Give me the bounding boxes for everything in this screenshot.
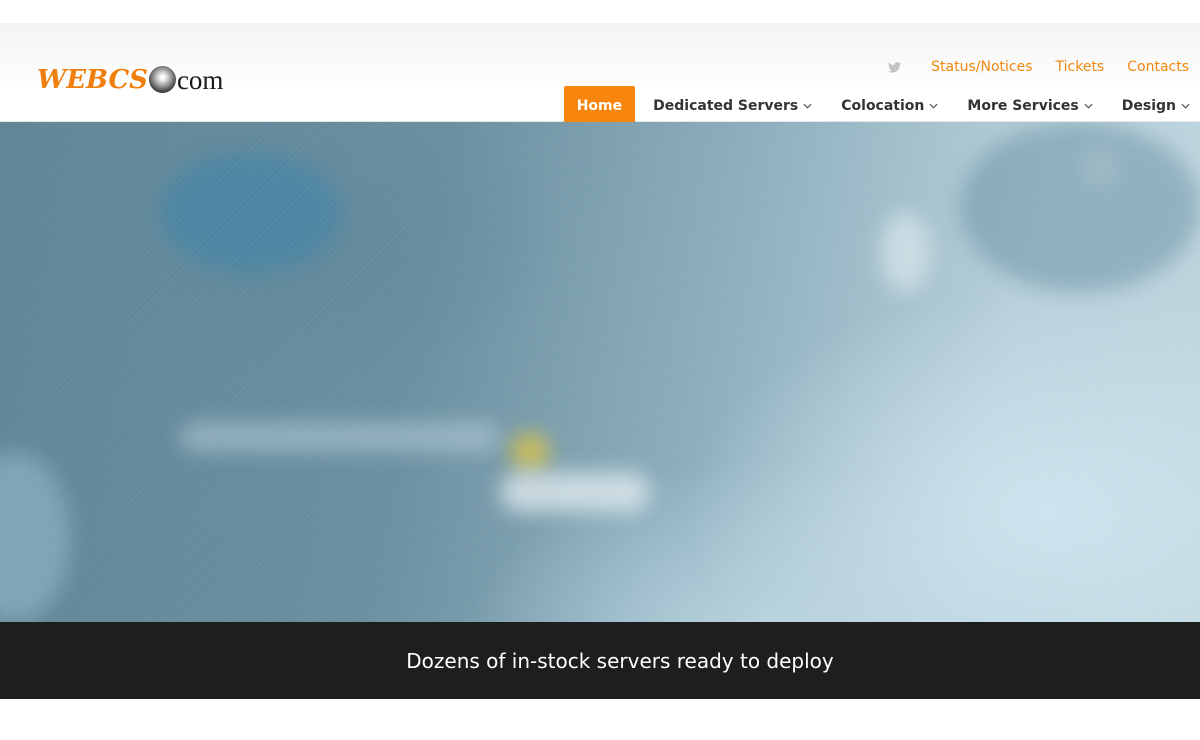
nav-home[interactable]: Home [563,86,636,125]
top-spacer [0,0,1200,23]
hero-caption-bar: Dozens of in-stock servers ready to depl… [0,622,1200,699]
site-logo[interactable]: WEBCS com [37,64,224,96]
twitter-icon-glyph [887,61,901,73]
hero-caption: Dozens of in-stock servers ready to depl… [406,648,834,673]
nav-dedicated-servers-label: Dedicated Servers [653,97,799,114]
nav-more-services[interactable]: More Services [967,97,1093,114]
chevron-down-icon [929,101,938,110]
logo-sphere-icon [148,65,176,93]
nav-colocation[interactable]: Colocation [841,98,938,114]
main-nav: Home Dedicated Servers Colocation More S… [563,86,1190,125]
hero-texture-overlay [0,122,1200,622]
nav-design-label: Design [1121,97,1176,114]
nav-design[interactable]: Design [1122,98,1190,114]
utility-nav: Status/Notices Tickets Contacts [887,58,1189,76]
nav-more-services-label: More Services [967,97,1079,114]
page-below-hero [0,699,1200,740]
chevron-down-icon [1084,101,1093,110]
contacts-link[interactable]: Contacts [1127,59,1189,75]
chevron-down-icon [803,101,812,110]
tickets-link[interactable]: Tickets [1056,59,1105,75]
site-header: WEBCS com Status/Notices Tickets Contact… [0,23,1200,125]
twitter-icon[interactable] [887,60,901,74]
logo-suffix: com [176,64,224,95]
hero-slider [0,122,1200,622]
chevron-down-icon [1181,101,1190,110]
nav-home-label: Home [576,97,623,114]
status-notices-link[interactable]: Status/Notices [931,59,1032,75]
nav-dedicated-servers[interactable]: Dedicated Servers [653,98,812,114]
nav-colocation-label: Colocation [841,97,925,114]
logo-text: WEBCS [37,65,148,95]
